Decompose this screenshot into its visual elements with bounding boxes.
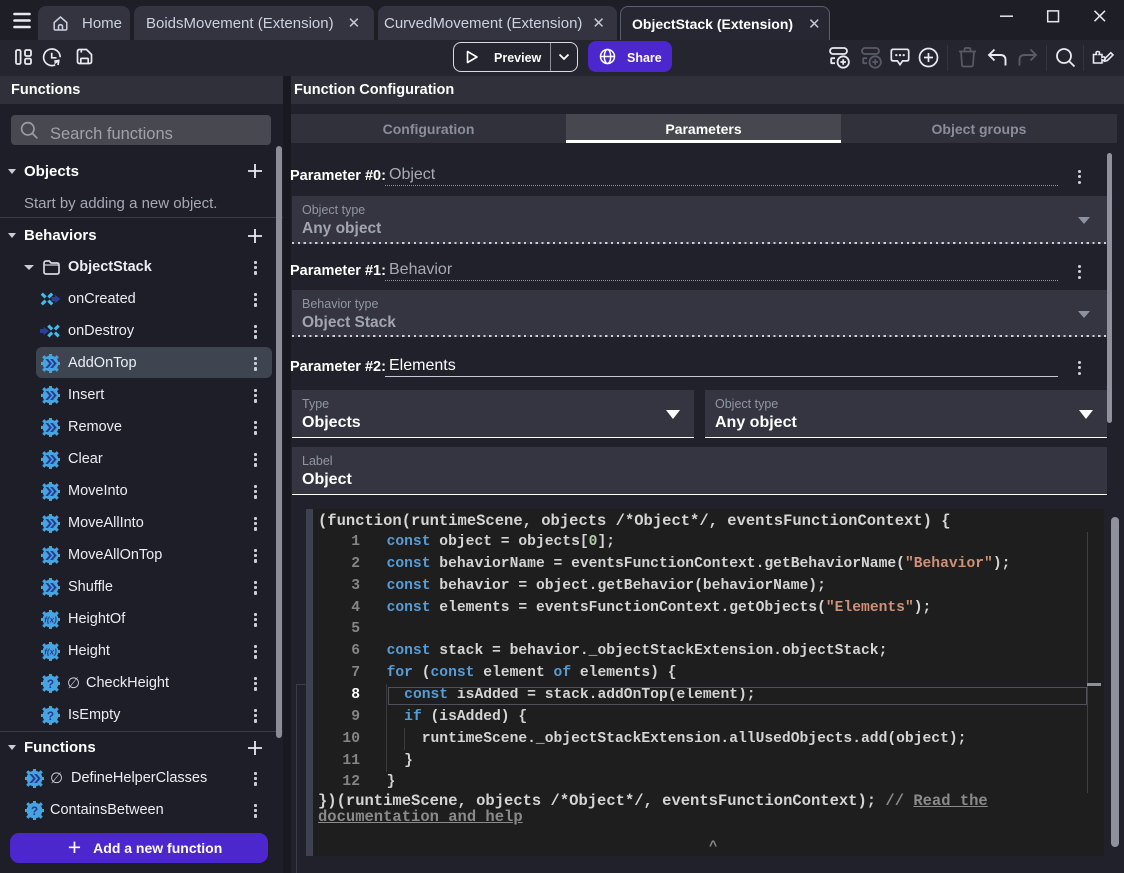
svg-text:f(x): f(x) — [44, 647, 57, 656]
svg-text:?: ? — [47, 676, 54, 690]
svg-text:?: ? — [47, 708, 54, 722]
svg-text:?: ? — [31, 803, 38, 817]
svg-text:f(x): f(x) — [44, 615, 57, 624]
